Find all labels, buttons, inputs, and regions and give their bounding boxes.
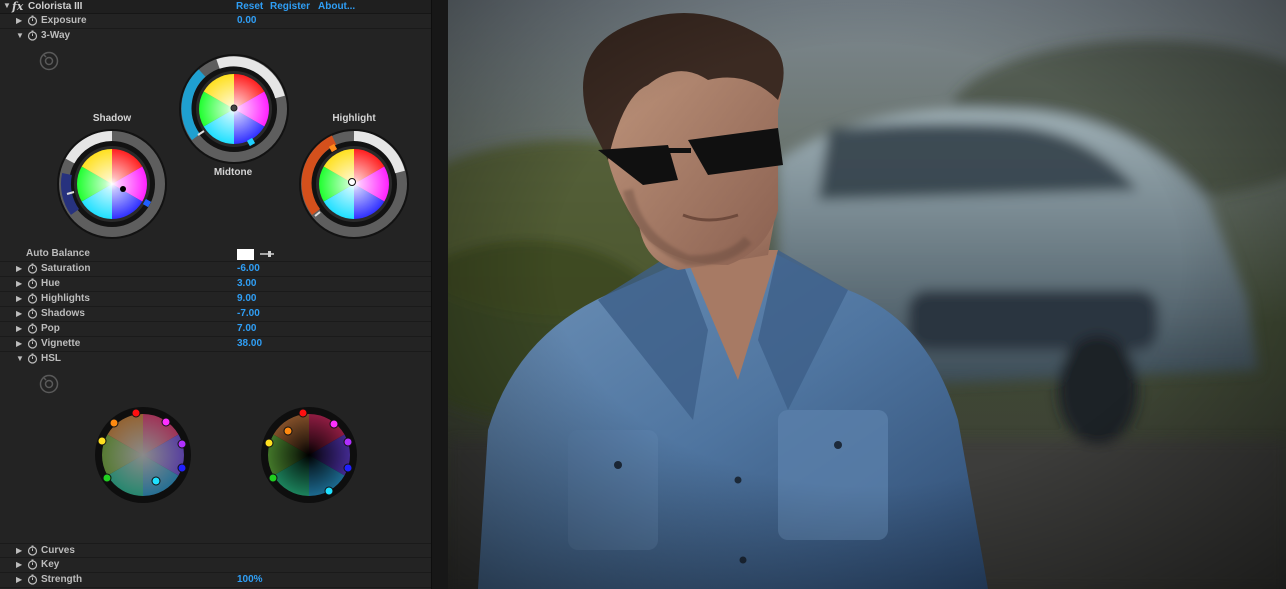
- reset-icon[interactable]: [39, 374, 59, 394]
- composition-viewer: [448, 0, 1286, 589]
- stopwatch-icon[interactable]: [27, 574, 38, 585]
- param-label: Shadows: [41, 308, 85, 319]
- expand-triangle-icon[interactable]: ▶: [16, 575, 22, 584]
- expand-triangle-icon[interactable]: ▶: [16, 264, 22, 273]
- saturation-row: ▶ Saturation -6.00: [0, 262, 431, 277]
- about-link[interactable]: About...: [318, 1, 355, 12]
- effect-controls-panel: ▼ fx Colorista III Reset Register About.…: [0, 0, 431, 589]
- auto-balance-label: Auto Balance: [26, 248, 90, 259]
- exposure-row: ▶ Exposure 0.00: [0, 14, 431, 29]
- expand-triangle-icon[interactable]: ▶: [16, 294, 22, 303]
- stopwatch-icon[interactable]: [27, 338, 38, 349]
- reset-icon[interactable]: [39, 51, 59, 71]
- param-label: Pop: [41, 323, 60, 334]
- hsl-hue-lightness-wheel[interactable]: [260, 406, 358, 504]
- expand-triangle-icon[interactable]: ▶: [16, 309, 22, 318]
- reset-link[interactable]: Reset: [236, 1, 263, 12]
- expand-triangle-icon[interactable]: ▶: [16, 546, 22, 555]
- expand-triangle-icon[interactable]: ▶: [16, 339, 22, 348]
- stopwatch-icon[interactable]: [27, 278, 38, 289]
- collapse-triangle-icon[interactable]: ▼: [16, 354, 24, 363]
- hsl-label: HSL: [41, 353, 61, 364]
- curves-label: Curves: [41, 545, 75, 556]
- highlights-row: ▶ Highlights 9.00: [0, 292, 431, 307]
- stopwatch-icon[interactable]: [27, 293, 38, 304]
- auto-balance-row: Auto Balance: [0, 247, 431, 262]
- stopwatch-icon[interactable]: [27, 15, 38, 26]
- param-label: Highlights: [41, 293, 90, 304]
- stopwatch-icon[interactable]: [27, 323, 38, 334]
- shadows-row: ▶ Shadows -7.00: [0, 307, 431, 322]
- highlight-color-wheel[interactable]: [298, 128, 410, 240]
- stopwatch-icon[interactable]: [27, 30, 38, 41]
- exposure-label: Exposure: [41, 15, 87, 26]
- param-value[interactable]: 3.00: [237, 278, 256, 289]
- strength-label: Strength: [41, 574, 83, 585]
- expand-triangle-icon[interactable]: ▶: [16, 324, 22, 333]
- stopwatch-icon[interactable]: [27, 308, 38, 319]
- eyedropper-icon[interactable]: [259, 248, 277, 260]
- curves-row: ▶ Curves: [0, 543, 431, 558]
- midtone-wheel-label: Midtone: [213, 167, 253, 178]
- shadow-color-wheel[interactable]: [56, 128, 168, 240]
- three-way-label: 3-Way: [41, 30, 71, 41]
- key-row: ▶ Key: [0, 558, 431, 573]
- fx-icon[interactable]: fx: [12, 0, 23, 13]
- hsl-hue-saturation-wheel[interactable]: [94, 406, 192, 504]
- expand-triangle-icon[interactable]: ▶: [16, 16, 22, 25]
- stopwatch-icon[interactable]: [27, 545, 38, 556]
- collapse-triangle-icon[interactable]: ▼: [16, 31, 24, 40]
- param-label: Vignette: [41, 338, 81, 349]
- stopwatch-icon[interactable]: [27, 263, 38, 274]
- pop-row: ▶ Pop 7.00: [0, 322, 431, 337]
- auto-balance-color-swatch[interactable]: [237, 249, 254, 260]
- exposure-value[interactable]: 0.00: [237, 15, 256, 26]
- register-link[interactable]: Register: [270, 1, 310, 12]
- expand-triangle-icon[interactable]: ▶: [16, 560, 22, 569]
- midtone-color-wheel[interactable]: [178, 53, 290, 165]
- effect-title: Colorista III: [28, 1, 83, 12]
- param-value[interactable]: -7.00: [237, 308, 260, 319]
- highlight-wheel-label: Highlight: [332, 113, 376, 124]
- panel-scrollbar[interactable]: [431, 0, 448, 589]
- expand-triangle-icon[interactable]: ▶: [16, 279, 22, 288]
- param-value[interactable]: -6.00: [237, 263, 260, 274]
- strength-row: ▶ Strength 100%: [0, 573, 431, 588]
- strength-value[interactable]: 100%: [237, 574, 263, 585]
- key-label: Key: [41, 559, 60, 570]
- param-value[interactable]: 7.00: [237, 323, 256, 334]
- param-value[interactable]: 9.00: [237, 293, 256, 304]
- param-label: Hue: [41, 278, 60, 289]
- hue-row: ▶ Hue 3.00: [0, 277, 431, 292]
- hsl-row: ▼ HSL: [0, 352, 431, 367]
- hue-disc: [77, 149, 147, 219]
- graded-photo: [448, 0, 1286, 589]
- effect-header[interactable]: ▼ fx Colorista III Reset Register About.…: [0, 0, 431, 14]
- stopwatch-icon[interactable]: [27, 353, 38, 364]
- param-value[interactable]: 38.00: [237, 338, 262, 349]
- collapse-triangle-icon[interactable]: ▼: [3, 1, 11, 10]
- vignette-row: ▶ Vignette 38.00: [0, 337, 431, 352]
- shadow-wheel-label: Shadow: [92, 113, 132, 124]
- stopwatch-icon[interactable]: [27, 559, 38, 570]
- three-way-row: ▼ 3-Way: [0, 29, 431, 44]
- param-label: Saturation: [41, 263, 91, 274]
